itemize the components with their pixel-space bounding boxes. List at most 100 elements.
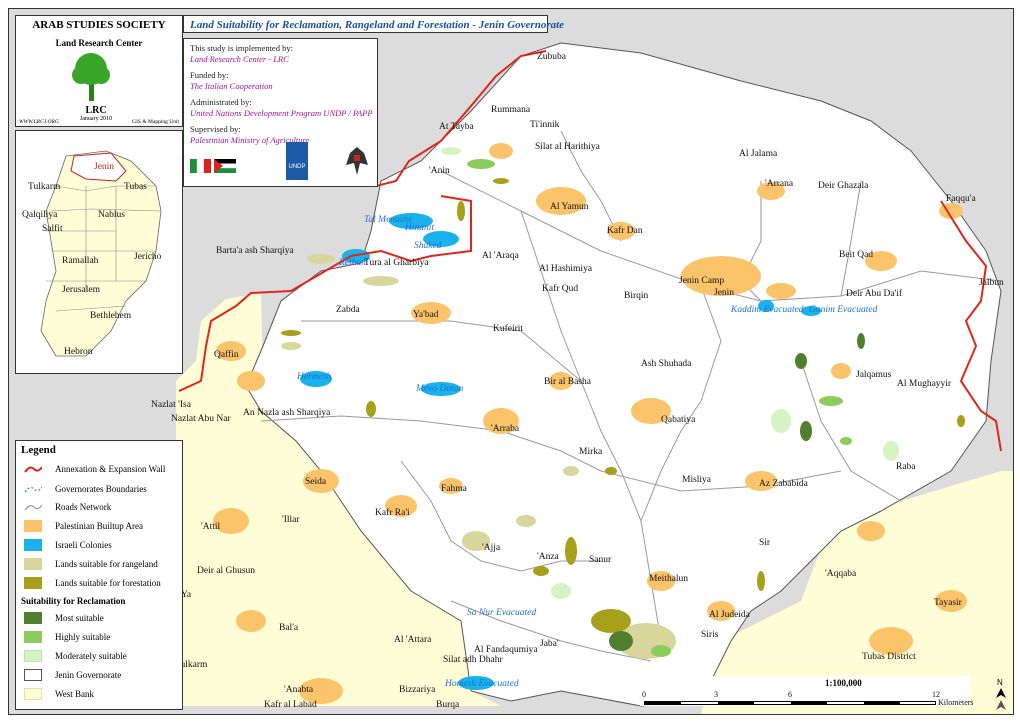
place-label: Qaffin xyxy=(214,350,239,360)
unit-name: GIS & Mapping Unit xyxy=(132,119,179,125)
place-label: Silat adh Dhahr xyxy=(443,655,503,665)
place-label: Sanur xyxy=(589,555,612,565)
place-label: Deir al Ghusun xyxy=(197,566,256,576)
place-label: Deir Ghazala xyxy=(818,181,869,191)
place-label: Rummana xyxy=(491,105,531,115)
inset-label: Qalqiliya xyxy=(22,210,58,220)
place-label: Tura al Gharbiya xyxy=(364,258,429,268)
inset-label: Jericho xyxy=(134,252,162,262)
place-label: An Nazla ash Sharqiya xyxy=(243,408,331,418)
north-arrow-icon: N xyxy=(996,678,1006,710)
italy-flag-icon xyxy=(190,159,236,173)
organization-name: ARAB STUDIES SOCIETY xyxy=(32,19,166,31)
place-label: Mirka xyxy=(579,447,603,457)
place-label: Az Zababida xyxy=(759,479,808,489)
place-label: Seida xyxy=(305,477,327,487)
administered-value: United Nations Development Program UNDP … xyxy=(190,108,373,118)
map-title: Land Suitability for Reclamation, Rangel… xyxy=(183,15,564,33)
scale-bar-graphic xyxy=(644,701,936,705)
inset-label: Nablus xyxy=(98,210,125,220)
inset-map: Jenin Tulkarm Tubas Qalqiliya Nablus Sal… xyxy=(15,130,183,374)
reclamation-title: Suitability for Reclamation xyxy=(21,596,126,606)
undp-logo-icon: UNDP xyxy=(286,142,308,180)
place-label: Tubas District xyxy=(862,652,916,662)
credits-panel: This study is implemented by: Land Resea… xyxy=(183,38,378,187)
place-label: Kafr Dan xyxy=(607,226,643,236)
inset-label: Salfit xyxy=(42,224,63,234)
place-label: 'Aqqaba xyxy=(825,569,857,579)
place-label: Fahma xyxy=(441,484,467,494)
place-label: 'Arraba xyxy=(491,424,520,434)
scale-bar: 1:100,000 0 3 6 12 Kilometers xyxy=(640,676,974,707)
place-label: Al 'Araqa xyxy=(482,251,519,261)
legend-panel: Legend Annexation & Expansion Wall Gover… xyxy=(15,440,183,710)
place-label: Zububa xyxy=(537,52,567,62)
place-label: Kufeirit xyxy=(493,324,524,334)
place-label: Deir Abu Da'if xyxy=(846,289,903,299)
place-label: Hinanit xyxy=(405,223,435,233)
place-label: Kafr al Labad xyxy=(264,700,317,710)
inset-label: Bethlehem xyxy=(90,311,132,321)
map-date: January 2010 xyxy=(79,116,113,122)
place-label: Raba xyxy=(896,462,916,472)
place-label: Shaked xyxy=(414,241,442,251)
place-label: Sa Nur Evacuated xyxy=(467,608,537,618)
place-label: Kaddim Evacuated xyxy=(731,305,804,315)
place-label: Siris xyxy=(701,630,719,640)
scale-unit: Kilometers xyxy=(938,698,974,707)
inset-label: Tubas xyxy=(124,182,147,192)
place-label: Al 'Attara xyxy=(394,635,432,645)
scale-tick: 0 xyxy=(642,690,646,699)
scale-ratio: 1:100,000 xyxy=(825,678,862,688)
place-label: Silat al Harithiya xyxy=(535,142,600,152)
svg-text:N: N xyxy=(997,678,1003,687)
place-label: Barta'a ash Sharqiya xyxy=(216,246,294,256)
place-label: Bizzariya xyxy=(399,685,436,695)
place-label: Al Yamun xyxy=(550,202,589,212)
place-label: 'Arrana xyxy=(765,179,794,189)
place-label: Kafr Qud xyxy=(542,284,579,294)
scale-tick: 3 xyxy=(714,690,718,699)
place-label: At Tayba xyxy=(439,122,474,132)
place-label: Homesh Evacuated xyxy=(445,679,519,689)
place-label: Bir al Basha xyxy=(544,377,591,387)
supervised-label: Supervised by: xyxy=(190,124,241,134)
place-label: Birqin xyxy=(624,291,649,301)
inset-label: Jerusalem xyxy=(62,285,100,295)
place-label: 'Anin xyxy=(429,166,450,176)
website-link[interactable]: WWW.LRCJ.ORG xyxy=(19,119,59,125)
place-label: Jaba' xyxy=(540,639,559,649)
funded-label: Funded by: xyxy=(190,70,229,80)
place-label: 'Attil xyxy=(201,522,221,532)
place-label: Burqa xyxy=(436,700,460,710)
tree-logo-icon xyxy=(72,53,110,101)
place-label: Meithalun xyxy=(649,574,689,584)
place-label: Misliya xyxy=(682,475,712,485)
place-label: Jenin Camp xyxy=(679,276,725,286)
eagle-emblem-icon xyxy=(346,147,368,175)
organization-panel: ARAB STUDIES SOCIETY Land Research Cente… xyxy=(15,15,183,127)
place-label: Hermesh xyxy=(297,372,332,382)
place-label: Beit Qad xyxy=(839,250,874,260)
implemented-label: This study is implemented by: xyxy=(190,43,293,53)
implemented-value: Land Research Center - LRC xyxy=(190,54,289,64)
place-label: Sir xyxy=(759,538,771,548)
place-label: Ti'innik xyxy=(530,120,560,130)
department-name: Land Research Center xyxy=(55,38,143,48)
place-label: Mevo Dotan xyxy=(416,384,464,394)
place-label: Reihan xyxy=(339,258,366,268)
place-label: Jenin xyxy=(714,288,735,298)
place-label: Al Hashimiya xyxy=(539,264,593,274)
inset-label: Hebron xyxy=(64,347,93,357)
place-label: Al Judeida xyxy=(709,610,750,620)
inset-label: Tulkarm xyxy=(28,182,61,192)
place-label: Ya'bad xyxy=(413,310,439,320)
inset-label: Ramallah xyxy=(62,256,99,266)
place-label: Kafr Ra'i xyxy=(375,508,410,518)
scale-tick: 6 xyxy=(788,690,792,699)
place-label: Nazlat Abu Nar xyxy=(171,414,231,424)
place-label: 'Anza xyxy=(537,552,559,562)
place-label: Zabda xyxy=(336,305,360,315)
logo-text: LRC xyxy=(85,105,107,116)
inset-label-jenin: Jenin xyxy=(94,162,115,172)
